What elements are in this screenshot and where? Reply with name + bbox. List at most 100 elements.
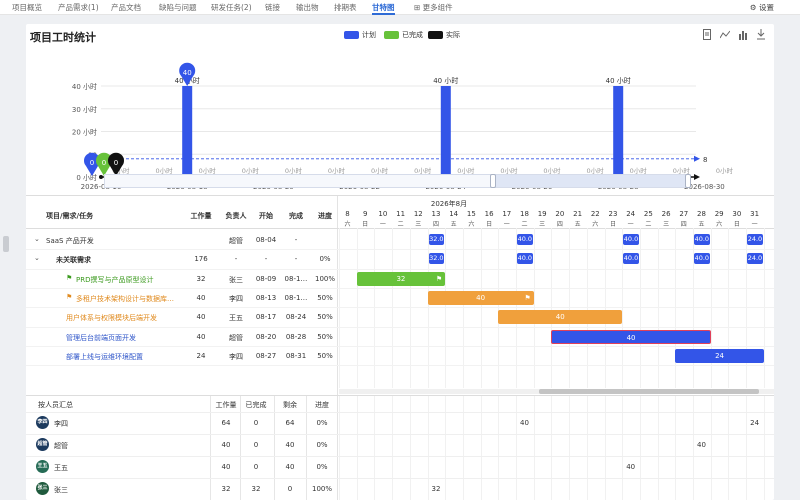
person-work: 40 xyxy=(221,463,231,471)
day-weekday: 四 xyxy=(556,221,563,228)
gantt-table: 项目/需求/任务 工作量 负责人 开始 完成 进度 2026年8月 8 六 9 日 10 一 11 二 12 三… xyxy=(26,195,774,500)
tab-6[interactable]: 输出物 xyxy=(296,0,319,15)
data-zoom-window[interactable] xyxy=(493,175,689,187)
person-progress: 0% xyxy=(316,463,328,471)
group-sum-badge: 32.0 xyxy=(428,253,445,265)
summary-header-work: 工作量 xyxy=(215,401,237,409)
zoom-handle-right[interactable] xyxy=(685,174,691,188)
legend-actual[interactable]: 实际 xyxy=(428,30,460,40)
row-name[interactable]: SaaS 产品开发 xyxy=(46,236,176,246)
col-header-name: 项目/需求/任务 xyxy=(46,212,94,220)
tab-9[interactable]: ⊞ 更多组件 xyxy=(414,0,453,15)
actual-point xyxy=(99,175,103,179)
legend-planned[interactable]: 计划 xyxy=(344,30,376,40)
col-header-owner: 负责人 xyxy=(225,212,247,220)
day-weekday: 五 xyxy=(574,221,581,228)
tab-7[interactable]: 排期表 xyxy=(334,0,357,15)
row-work: 32 xyxy=(196,274,206,283)
row-name[interactable]: 未关联需求 xyxy=(56,255,176,265)
task-bar[interactable]: 40 xyxy=(498,310,623,325)
day-weekday: 日 xyxy=(733,221,740,228)
col-header-work: 工作量 xyxy=(190,212,212,220)
row-divider xyxy=(26,326,774,328)
tab-label: 研发任务(2) xyxy=(211,3,252,12)
day-weekday: 六 xyxy=(468,221,475,228)
task-bar[interactable]: 24 xyxy=(675,348,764,363)
row-name[interactable]: 部署上线与运维环境配置 xyxy=(66,352,176,362)
day-number: 15 xyxy=(466,210,476,218)
person-left: 64 xyxy=(285,419,295,427)
task-bar[interactable]: 40 xyxy=(551,329,711,344)
y-tick-label: 20 小时 xyxy=(72,128,97,137)
legend-planned-label: 计划 xyxy=(362,31,376,39)
marker-label: 40 xyxy=(183,69,192,77)
tab-1[interactable]: 产品需求(1) xyxy=(58,0,99,15)
day-weekday: 一 xyxy=(627,221,634,228)
tab-0[interactable]: 项目概览 xyxy=(12,0,42,15)
day-weekday: 三 xyxy=(539,221,546,228)
summary-header-left: 剩余 xyxy=(283,401,297,409)
day-weekday: 二 xyxy=(397,221,404,228)
h-scrollbar-thumb[interactable] xyxy=(539,389,759,394)
day-number: 10 xyxy=(378,210,388,218)
download-icon[interactable] xyxy=(756,29,766,40)
tab-4[interactable]: 研发任务(2) xyxy=(211,0,252,15)
task-bar[interactable]: 32 ⚑ xyxy=(356,271,446,286)
row-name[interactable]: PRD撰写与产品原型设计 xyxy=(76,275,176,285)
day-weekday: 一 xyxy=(503,221,510,228)
day-weekday: 四 xyxy=(432,221,439,228)
row-name[interactable]: 多租户技术架构设计与数据库… xyxy=(76,294,176,304)
settings-button[interactable]: ⚙ 设置 xyxy=(750,0,774,15)
bar-chart-icon[interactable] xyxy=(738,29,748,40)
row-owner: 超管 xyxy=(229,237,243,245)
legend-done-label: 已完成 xyxy=(402,31,423,39)
row-owner: 张三 xyxy=(229,275,243,284)
data-view-icon[interactable] xyxy=(702,29,712,40)
person-day-hours: 40 xyxy=(697,441,706,449)
person-name: 张三 xyxy=(54,486,68,494)
tab-8[interactable]: 甘特图 xyxy=(372,0,395,15)
zoom-handle-left[interactable] xyxy=(490,174,496,188)
project-sum-badge: 32.0 xyxy=(428,234,445,245)
line-chart-icon[interactable] xyxy=(719,29,731,40)
person-day-hours: 40 xyxy=(520,419,529,427)
row-owner: 李四 xyxy=(229,352,243,361)
legend-actual-label: 实际 xyxy=(446,31,460,39)
legend-actual-swatch xyxy=(428,31,443,39)
tab-5[interactable]: 链接 xyxy=(265,0,280,15)
row-work: 40 xyxy=(196,332,206,341)
person-done: 0 xyxy=(253,441,259,449)
marker-label: 0 xyxy=(102,159,106,167)
day-weekday: 一 xyxy=(379,221,386,228)
summary-row-divider xyxy=(26,434,774,435)
expand-chevron-icon[interactable]: ⌄ xyxy=(34,254,40,262)
header-divider xyxy=(26,228,774,229)
avatar: 超管 xyxy=(36,438,49,451)
month-label: 2026年8月 xyxy=(430,200,468,208)
row-progress: 50% xyxy=(317,313,333,322)
row-divider xyxy=(26,287,774,289)
planned-bar xyxy=(613,86,624,177)
summary-header-name: 按人员汇总 xyxy=(38,401,73,409)
person-day-hours: 24 xyxy=(750,419,760,427)
day-number: 23 xyxy=(608,210,618,218)
tab-2[interactable]: 产品文档 xyxy=(111,0,141,15)
task-bar[interactable]: 40 ⚑ xyxy=(427,290,534,305)
row-name[interactable]: 用户体系与权限模块后端开发 xyxy=(66,313,176,323)
avatar: 张三 xyxy=(36,482,49,495)
day-weekday: 一 xyxy=(751,221,758,228)
day-weekday: 六 xyxy=(344,221,351,228)
tab-3[interactable]: 缺陷与问题 xyxy=(159,0,197,15)
summary-header-done: 已完成 xyxy=(245,401,267,409)
legend-done[interactable]: 已完成 xyxy=(384,30,423,40)
sidebar-collapse-handle[interactable] xyxy=(3,236,9,252)
expand-chevron-icon[interactable]: ⌄ xyxy=(34,235,40,243)
split-divider[interactable] xyxy=(337,196,338,500)
row-name[interactable]: 管理后台前端页面开发 xyxy=(66,333,176,343)
row-end: 08-1… xyxy=(284,274,308,283)
day-weekday: 三 xyxy=(663,221,670,228)
day-number: 19 xyxy=(537,210,547,218)
day-number: 16 xyxy=(484,210,494,218)
reference-label: 8 xyxy=(703,156,707,164)
data-zoom-slider[interactable] xyxy=(104,174,691,188)
